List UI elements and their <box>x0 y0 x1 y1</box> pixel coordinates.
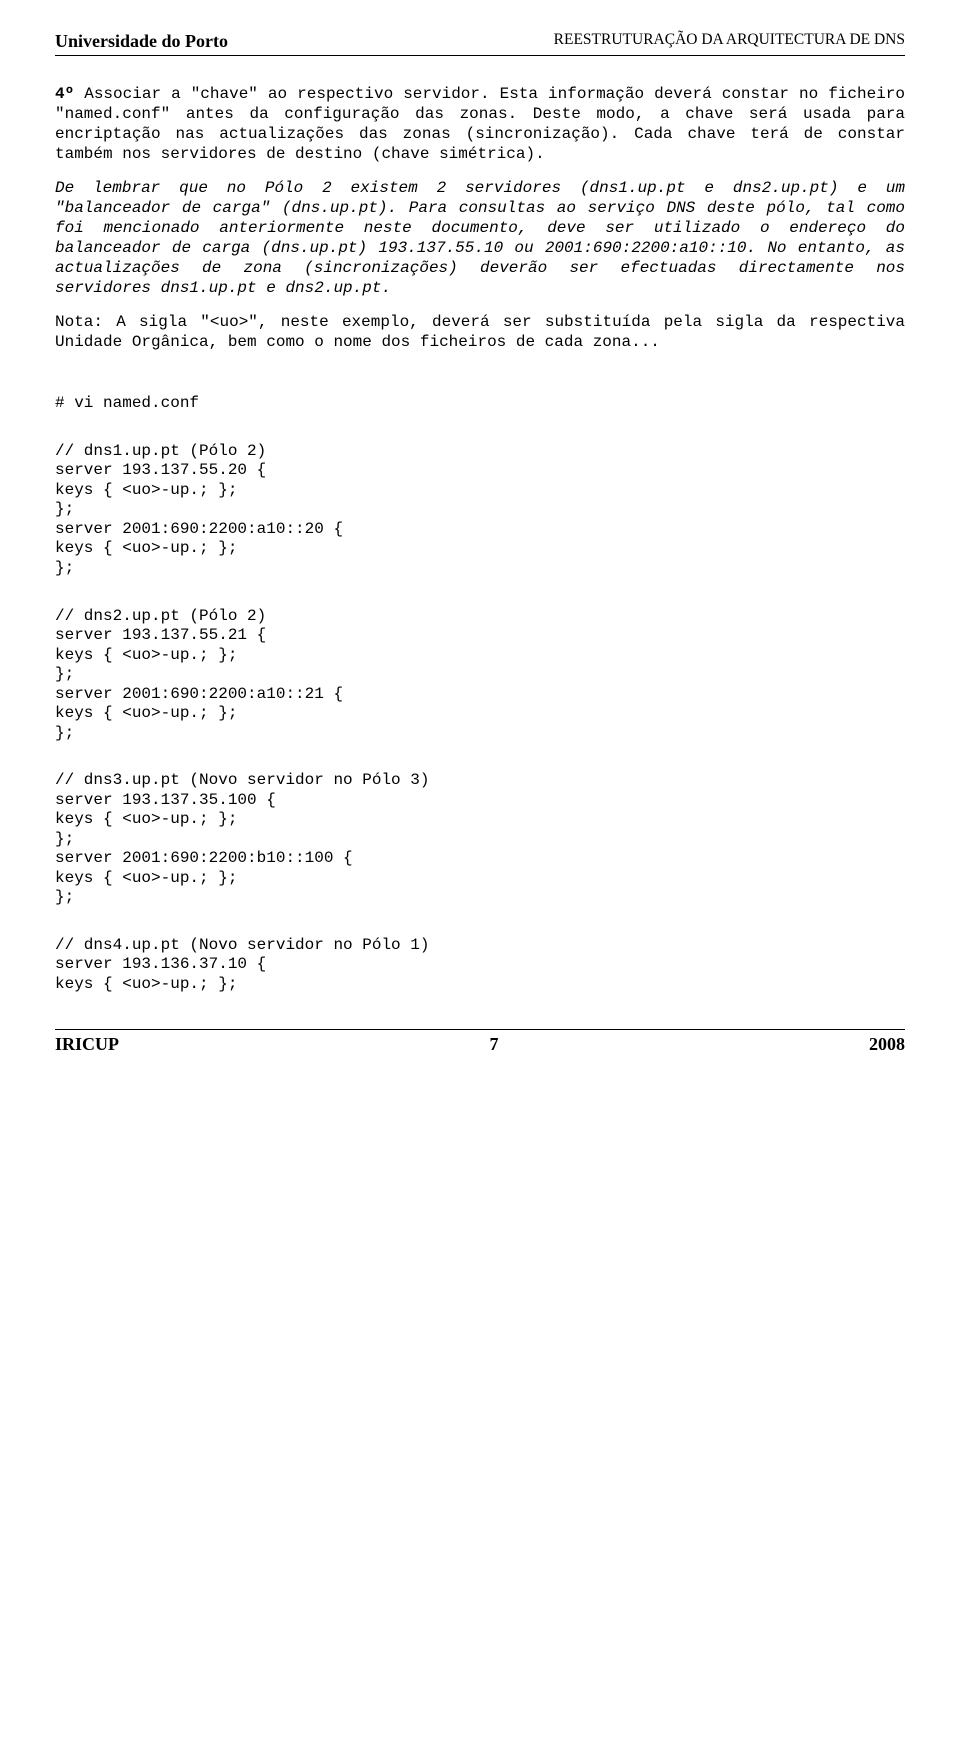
section1-close2: }; <box>55 559 905 579</box>
code-cmd: # vi named.conf <box>55 394 905 414</box>
page-header: Universidade do Porto REESTRUTURAÇÃO DA … <box>55 30 905 56</box>
section2-close1: }; <box>55 665 905 685</box>
section3-keys1: keys { <uo>-up.; }; <box>55 810 905 830</box>
paragraph-1: 4º Associar a "chave" ao respectivo serv… <box>55 84 905 164</box>
page-footer: IRICUP 7 2008 <box>55 1029 905 1056</box>
section1-close1: }; <box>55 500 905 520</box>
section2-close2: }; <box>55 724 905 744</box>
section2-comment: // dns2.up.pt (Pólo 2) <box>55 607 905 627</box>
section2-server1: server 193.137.55.21 { <box>55 626 905 646</box>
section2-keys1: keys { <uo>-up.; }; <box>55 646 905 666</box>
section4-comment: // dns4.up.pt (Novo servidor no Pólo 1) <box>55 936 905 956</box>
section3-server2: server 2001:690:2200:b10::100 { <box>55 849 905 869</box>
section3-close1: }; <box>55 830 905 850</box>
footer-left: IRICUP <box>55 1033 119 1056</box>
paragraph-2: De lembrar que no Pólo 2 existem 2 servi… <box>55 178 905 298</box>
section4-server1: server 193.136.37.10 { <box>55 955 905 975</box>
section1-comment: // dns1.up.pt (Pólo 2) <box>55 442 905 462</box>
section4-keys1: keys { <uo>-up.; }; <box>55 975 905 995</box>
header-left: Universidade do Porto <box>55 30 228 53</box>
paragraph-1-prefix: 4º <box>55 85 74 103</box>
header-right: REESTRUTURAÇÃO DA ARQUITECTURA DE DNS <box>554 30 905 53</box>
paragraph-3: Nota: A sigla "<uo>", neste exemplo, dev… <box>55 312 905 352</box>
paragraph-1-body: Associar a "chave" ao respectivo servido… <box>55 85 905 163</box>
footer-right: 2008 <box>869 1033 905 1056</box>
section1-server2: server 2001:690:2200:a10::20 { <box>55 520 905 540</box>
section2-server2: server 2001:690:2200:a10::21 { <box>55 685 905 705</box>
section3-comment: // dns3.up.pt (Novo servidor no Pólo 3) <box>55 771 905 791</box>
section1-keys1: keys { <uo>-up.; }; <box>55 481 905 501</box>
section1-keys2: keys { <uo>-up.; }; <box>55 539 905 559</box>
footer-center: 7 <box>490 1033 499 1056</box>
section2-keys2: keys { <uo>-up.; }; <box>55 704 905 724</box>
section3-close2: }; <box>55 888 905 908</box>
section3-server1: server 193.137.35.100 { <box>55 791 905 811</box>
section3-keys2: keys { <uo>-up.; }; <box>55 869 905 889</box>
section1-server1: server 193.137.55.20 { <box>55 461 905 481</box>
